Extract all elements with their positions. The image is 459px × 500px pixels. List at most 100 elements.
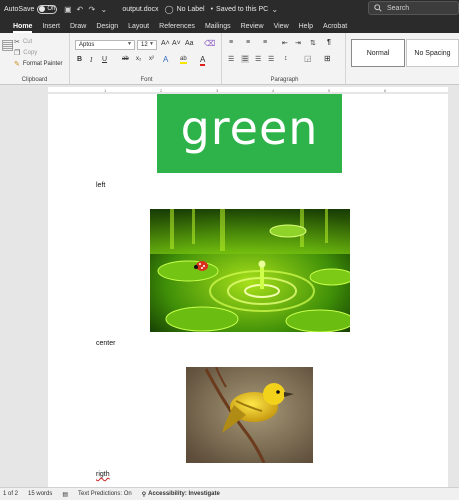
- multilevel-list-icon[interactable]: ≡: [263, 39, 267, 46]
- decrease-indent-icon[interactable]: ⇤: [282, 39, 288, 47]
- green-image-text: green: [180, 100, 319, 155]
- yellow-bird-image[interactable]: [186, 367, 313, 463]
- bullets-icon[interactable]: ≡: [229, 39, 233, 46]
- paragraph-group-label: Paragraph: [270, 77, 299, 83]
- numbering-icon[interactable]: ≡: [246, 39, 250, 46]
- chevron-down-icon: ▼: [127, 41, 132, 47]
- ruler: 1 2 3 4 5 6: [0, 85, 459, 94]
- line-spacing-icon[interactable]: ↕: [284, 55, 288, 62]
- redo-icon[interactable]: ↷: [87, 5, 96, 14]
- undo-icon[interactable]: ↶: [75, 5, 84, 14]
- autosave-toggle[interactable]: Off: [37, 4, 58, 14]
- font-group-label: Font: [140, 77, 153, 83]
- tab-review[interactable]: Review: [236, 23, 269, 33]
- document-title[interactable]: output.docx: [122, 6, 158, 13]
- subscript-button[interactable]: x₂: [136, 56, 141, 62]
- toggle-knob: [39, 6, 46, 12]
- cut-button[interactable]: ✂ Cut: [14, 38, 32, 46]
- italic-button[interactable]: I: [90, 56, 92, 64]
- text-effects-icon[interactable]: A: [163, 55, 168, 64]
- search-icon: [374, 4, 382, 12]
- font-size-dropdown[interactable]: 12 ▼: [137, 40, 157, 50]
- tab-references[interactable]: References: [154, 23, 200, 33]
- justify-icon[interactable]: ☰: [268, 55, 274, 63]
- accessibility-status[interactable]: ⚲ Accessibility: Investigate: [142, 491, 220, 498]
- font-color-button[interactable]: A: [200, 55, 206, 66]
- style-normal-label: Normal: [366, 49, 390, 57]
- tab-mailings[interactable]: Mailings: [200, 23, 236, 33]
- autosave-label: AutoSave: [4, 5, 35, 13]
- style-no-spacing[interactable]: No Spacing: [406, 39, 459, 67]
- superscript-button[interactable]: x²: [149, 56, 154, 62]
- ruler-tick: 3: [216, 88, 219, 93]
- paragraph-center[interactable]: center: [96, 340, 115, 347]
- ribbon: ▤ ✂ Cut ❐ Copy ✎ Format Painter Clipboar…: [0, 33, 459, 85]
- copy-button[interactable]: ❐ Copy: [14, 49, 37, 57]
- search-placeholder: Search: [387, 4, 410, 12]
- paragraph-left[interactable]: left: [96, 182, 105, 189]
- tab-help[interactable]: Help: [294, 23, 318, 33]
- style-normal[interactable]: Normal: [351, 39, 405, 67]
- align-right-icon[interactable]: ☰: [255, 55, 261, 63]
- search-box[interactable]: Search: [368, 1, 459, 15]
- green-text-image[interactable]: green: [157, 94, 342, 173]
- text-predictions-status[interactable]: Text Predictions: On: [78, 491, 132, 497]
- format-painter-label: Format Painter: [22, 61, 63, 67]
- shrink-font-button[interactable]: A˅: [172, 40, 181, 47]
- proofing-icon[interactable]: ▤: [62, 491, 68, 498]
- underline-button[interactable]: U: [102, 56, 107, 63]
- clipboard-group-label: Clipboard: [21, 77, 48, 83]
- font-group: Aptos ▼ 12 ▼ A˄ A˅ Aa ⌫ B I U ab x₂ x² A…: [72, 33, 222, 85]
- tab-design[interactable]: Design: [91, 23, 123, 33]
- change-case-button[interactable]: Aa: [185, 40, 194, 47]
- ruler-track: [48, 87, 448, 92]
- word-count[interactable]: 15 words: [28, 491, 52, 497]
- sensitivity-label[interactable]: ◯ No Label: [165, 5, 205, 14]
- clear-formatting-icon[interactable]: ⌫: [204, 39, 215, 48]
- strikethrough-button[interactable]: ab: [122, 56, 129, 62]
- borders-icon[interactable]: ⊞: [324, 54, 331, 63]
- chevron-down-icon[interactable]: ⌄: [270, 5, 279, 14]
- grow-font-button[interactable]: A˄: [161, 40, 170, 47]
- lily-pad-water-image[interactable]: [150, 209, 350, 332]
- ruler-tick: 1: [104, 88, 107, 93]
- document-workspace[interactable]: green left center rigth: [0, 94, 459, 487]
- paragraph-right[interactable]: rigth: [96, 471, 110, 478]
- ruler-tick: 2: [160, 88, 163, 93]
- increase-indent-icon[interactable]: ⇥: [295, 39, 301, 47]
- filename: output.docx: [122, 5, 159, 13]
- label-icon: ◯: [164, 4, 174, 14]
- shading-icon[interactable]: ◲: [304, 54, 312, 63]
- align-left-icon[interactable]: ☰: [228, 55, 234, 63]
- save-icon[interactable]: ▣: [63, 5, 72, 14]
- copy-icon: ❐: [14, 50, 21, 57]
- title-bar: AutoSave Off ▣ ↶ ↷ ⌄ output.docx ◯ No La…: [0, 0, 459, 18]
- autosave-control[interactable]: AutoSave Off: [4, 4, 58, 14]
- font-size-value: 12: [141, 42, 148, 48]
- tab-insert[interactable]: Insert: [37, 23, 65, 33]
- sort-icon[interactable]: ⇅: [310, 39, 316, 47]
- customize-chevron-icon[interactable]: ⌄: [99, 5, 108, 14]
- highlight-button[interactable]: ab: [180, 56, 187, 64]
- align-center-icon[interactable]: ☰: [241, 55, 250, 63]
- ruler-tick: 4: [272, 88, 275, 93]
- bold-button[interactable]: B: [77, 56, 82, 63]
- vertical-scrollbar[interactable]: [452, 94, 459, 487]
- show-formatting-icon[interactable]: ¶: [327, 39, 331, 46]
- ruler-tick: 5: [328, 88, 331, 93]
- tab-view[interactable]: View: [269, 23, 294, 33]
- document-page[interactable]: green left center rigth: [48, 94, 448, 487]
- ribbon-tabs: Home Insert Draw Design Layout Reference…: [0, 18, 459, 33]
- tab-home[interactable]: Home: [8, 23, 37, 33]
- paste-icon[interactable]: ▤: [1, 36, 14, 53]
- tab-acrobat[interactable]: Acrobat: [318, 23, 352, 33]
- scissors-icon: ✂: [14, 39, 20, 46]
- paintbrush-icon: ✎: [14, 61, 20, 68]
- page-count[interactable]: 1 of 2: [3, 491, 18, 497]
- tab-draw[interactable]: Draw: [65, 23, 91, 33]
- label-status: No Label: [176, 5, 205, 13]
- format-painter-button[interactable]: ✎ Format Painter: [14, 60, 63, 68]
- font-name-dropdown[interactable]: Aptos ▼: [75, 40, 135, 50]
- tab-layout[interactable]: Layout: [123, 23, 154, 33]
- ruler-tick: 6: [384, 88, 387, 93]
